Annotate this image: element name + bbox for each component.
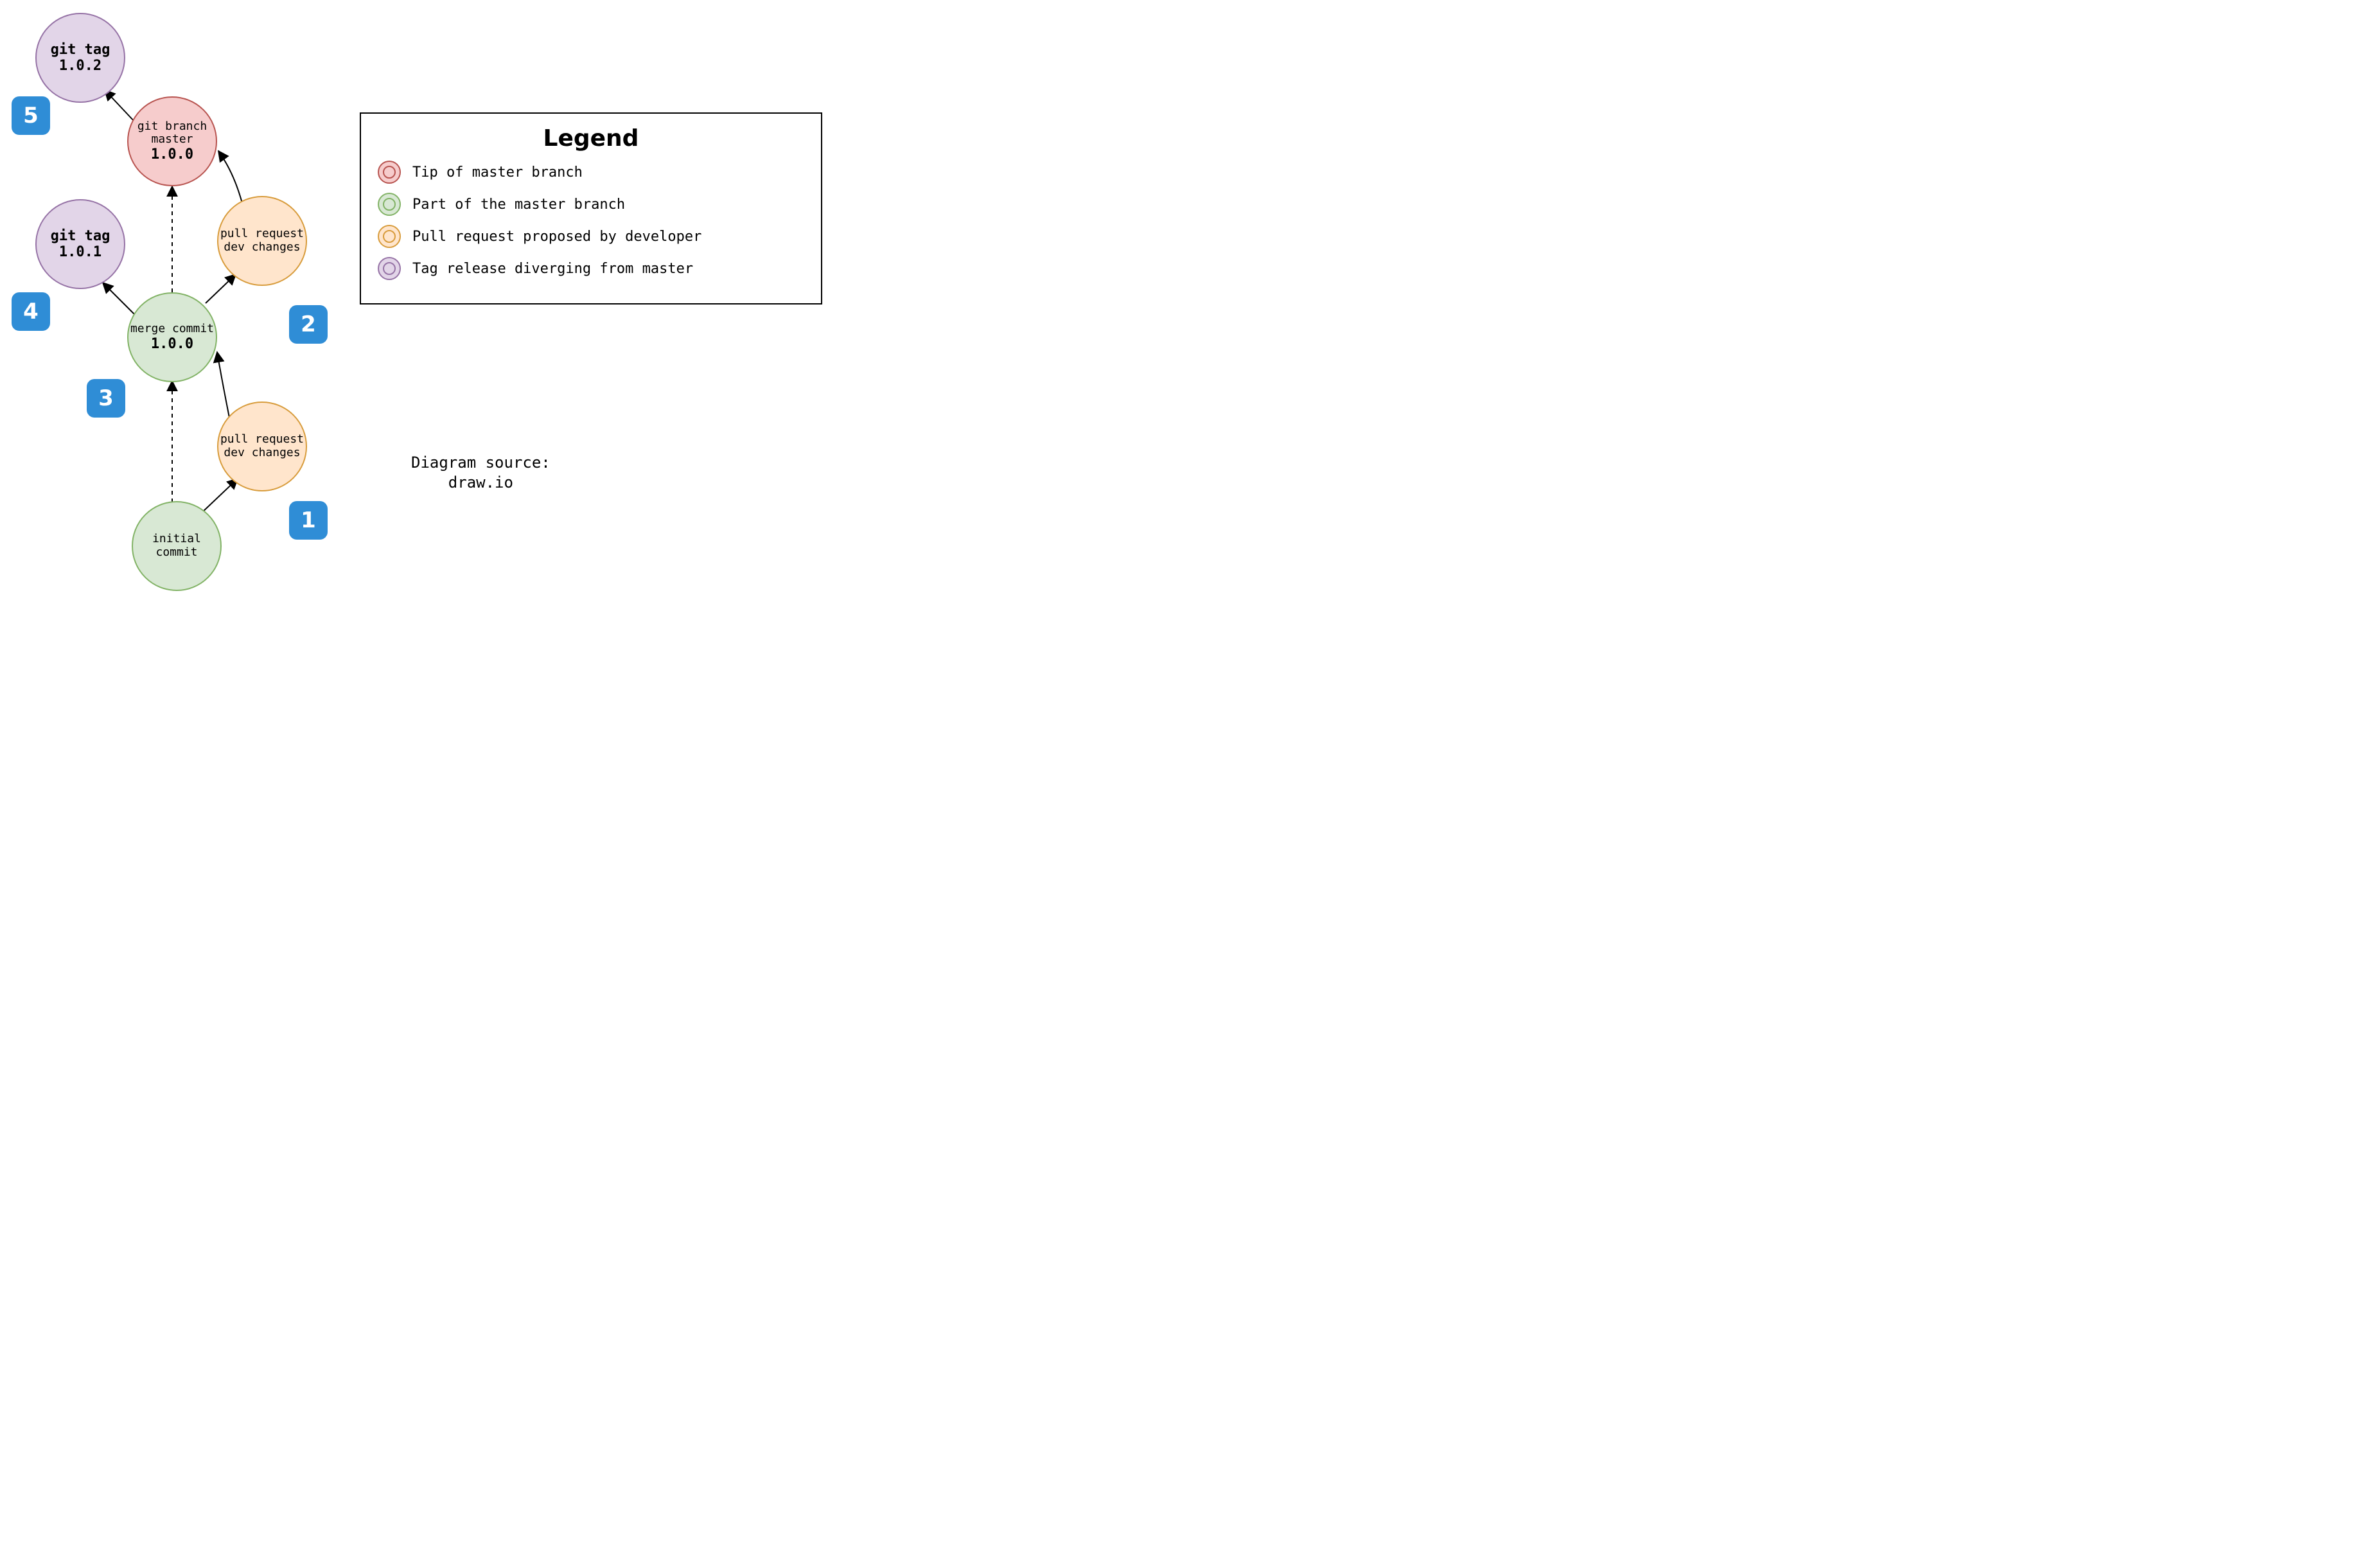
step-badge-4: 4 <box>12 292 50 331</box>
node-tag-101-line2: 1.0.1 <box>59 244 101 260</box>
node-master: git branch master 1.0.0 <box>127 96 217 186</box>
node-merge-line2: 1.0.0 <box>151 336 193 352</box>
node-pr-2-line1: pull request <box>220 227 304 241</box>
legend-row-purple: Tag release diverging from master <box>378 257 804 280</box>
node-master-line1: git branch <box>137 120 207 134</box>
caption-line1: Diagram source: <box>411 453 551 473</box>
step-badge-2: 2 <box>289 305 328 344</box>
node-tag-102-line1: git tag <box>51 42 110 58</box>
step-badge-1: 1 <box>289 501 328 540</box>
node-pr-2-line2: dev changes <box>224 241 300 254</box>
node-initial-commit: initial commit <box>132 501 222 591</box>
diagram-caption: Diagram source: draw.io <box>411 453 551 493</box>
node-pr-1: pull request dev changes <box>217 402 307 491</box>
node-merge-commit: merge commit 1.0.0 <box>127 292 217 382</box>
caption-line2: draw.io <box>411 473 551 493</box>
node-tag-102-line2: 1.0.2 <box>59 58 101 74</box>
legend-box: Legend Tip of master branch Part of the … <box>360 112 822 305</box>
node-master-line3: 1.0.0 <box>151 146 193 163</box>
legend-row-green: Part of the master branch <box>378 193 804 216</box>
node-tag-101: git tag 1.0.1 <box>35 199 125 289</box>
legend-swatch-orange <box>378 225 401 248</box>
node-initial-line1: initial <box>152 533 201 546</box>
node-tag-102: git tag 1.0.2 <box>35 13 125 103</box>
step-badge-3: 3 <box>87 379 125 418</box>
node-master-line2: master <box>151 133 193 146</box>
legend-label-green: Part of the master branch <box>412 197 625 213</box>
step-badge-5: 5 <box>12 96 50 135</box>
node-merge-line1: merge commit <box>130 322 214 336</box>
node-pr-1-line1: pull request <box>220 433 304 446</box>
legend-swatch-red <box>378 161 401 184</box>
node-tag-101-line1: git tag <box>51 228 110 244</box>
legend-title: Legend <box>378 125 804 152</box>
legend-label-purple: Tag release diverging from master <box>412 261 693 277</box>
node-pr-1-line2: dev changes <box>224 446 300 460</box>
legend-row-orange: Pull request proposed by developer <box>378 225 804 248</box>
legend-swatch-green <box>378 193 401 216</box>
node-pr-2: pull request dev changes <box>217 196 307 286</box>
legend-label-red: Tip of master branch <box>412 164 583 181</box>
legend-row-red: Tip of master branch <box>378 161 804 184</box>
legend-label-orange: Pull request proposed by developer <box>412 229 701 245</box>
diagram-stage: git tag 1.0.2 git branch master 1.0.0 gi… <box>0 0 938 609</box>
legend-swatch-purple <box>378 257 401 280</box>
node-initial-line2: commit <box>155 546 197 560</box>
